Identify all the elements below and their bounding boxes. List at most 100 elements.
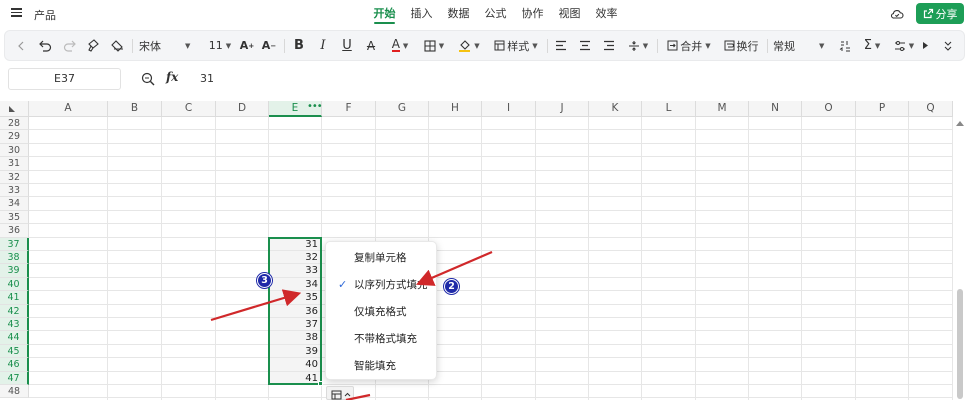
tab-home[interactable]: 开始 (366, 0, 403, 28)
row-header-28[interactable]: 28 (0, 117, 29, 131)
format-painter-icon[interactable] (85, 31, 101, 60)
borders-icon[interactable]: ▼ (421, 31, 447, 60)
fill-color-icon[interactable]: ▼ (455, 31, 483, 60)
row-header-42[interactable]: 42 (0, 304, 29, 318)
autofill-options-button[interactable] (326, 386, 354, 400)
cell-e45[interactable]: 39 (268, 345, 318, 358)
menu-item-fill-formatting-only[interactable]: 仅填充格式 (326, 301, 438, 323)
back-icon[interactable] (15, 31, 27, 60)
scrollbar-thumb[interactable] (957, 289, 963, 399)
undo-icon[interactable] (37, 31, 53, 60)
column-header-i[interactable]: I (482, 101, 536, 117)
tab-data[interactable]: 数据 (440, 0, 477, 28)
hamburger-menu-icon[interactable] (11, 7, 22, 21)
row-header-36[interactable]: 36 (0, 224, 29, 238)
number-format-select[interactable]: 常规 ▼ (773, 31, 835, 60)
column-header-f[interactable]: F (322, 101, 376, 117)
fill-handle[interactable] (318, 381, 323, 386)
select-all-corner[interactable] (0, 101, 29, 117)
document-title[interactable]: 产品 (34, 7, 56, 23)
cell-e43[interactable]: 37 (268, 318, 318, 331)
redo-icon[interactable] (61, 31, 77, 60)
row-header-34[interactable]: 34 (0, 197, 29, 211)
search-formula-icon[interactable] (141, 72, 155, 86)
tab-insert[interactable]: 插入 (403, 0, 440, 28)
cell-e37[interactable]: 31 (268, 238, 318, 251)
tab-collaborate[interactable]: 协作 (514, 0, 551, 28)
row-header-43[interactable]: 43 (0, 318, 29, 332)
row-header-45[interactable]: 45 (0, 344, 29, 359)
tab-efficiency[interactable]: 效率 (588, 0, 625, 28)
row-header-39[interactable]: 39 (0, 264, 29, 278)
cell-e39[interactable]: 33 (268, 264, 318, 277)
fx-icon[interactable]: fx (166, 70, 178, 84)
row-header-30[interactable]: 30 (0, 143, 29, 158)
cell-e44[interactable]: 38 (268, 331, 318, 344)
row-header-32[interactable]: 32 (0, 170, 29, 184)
expand-icon[interactable] (919, 31, 931, 60)
row-header-48[interactable]: 48 (0, 385, 29, 399)
more-icon[interactable]: ▼ (891, 31, 917, 60)
align-left-icon[interactable] (553, 31, 569, 60)
cell-e47[interactable]: 41 (268, 372, 318, 385)
italic-icon[interactable]: I (315, 31, 331, 60)
column-header-b[interactable]: B (108, 101, 162, 117)
column-header-n[interactable]: N (749, 101, 802, 117)
column-header-k[interactable]: K (589, 101, 642, 117)
scroll-up-icon[interactable] (956, 121, 964, 126)
align-center-icon[interactable] (577, 31, 593, 60)
row-header-31[interactable]: 31 (0, 157, 29, 171)
column-header-p[interactable]: P (856, 101, 909, 117)
menu-item-fill-without-formatting[interactable]: 不带格式填充 (326, 328, 438, 350)
row-header-35[interactable]: 35 (0, 210, 29, 225)
formula-input[interactable]: 31 (200, 72, 214, 85)
tab-view[interactable]: 视图 (551, 0, 588, 28)
merge-button[interactable]: 合并 ▼ (663, 31, 715, 60)
styles-button[interactable]: 样式 ▼ (491, 31, 541, 60)
decrease-font-icon[interactable]: A − (261, 31, 277, 60)
bold-icon[interactable]: B (291, 31, 307, 60)
decimal-icon[interactable] (837, 31, 853, 60)
sum-icon[interactable]: Σ ▼ (859, 31, 885, 60)
tab-formula[interactable]: 公式 (477, 0, 514, 28)
increase-font-icon[interactable]: A + (239, 31, 255, 60)
share-button[interactable]: 分享 (916, 3, 964, 24)
cloud-sync-icon[interactable] (890, 7, 904, 21)
vertical-align-icon[interactable]: ▼ (625, 31, 651, 60)
column-header-o[interactable]: O (802, 101, 856, 117)
font-name-select[interactable]: 宋体 ▼ (139, 31, 199, 60)
column-header-d[interactable]: D (216, 101, 269, 117)
row-header-29[interactable]: 29 (0, 130, 29, 144)
column-menu-icon[interactable]: ••• (307, 101, 323, 112)
align-right-icon[interactable] (601, 31, 617, 60)
column-header-a[interactable]: A (29, 101, 108, 117)
underline-icon[interactable]: U (339, 31, 355, 60)
cell-e38[interactable]: 32 (268, 251, 318, 264)
menu-item-fill-series[interactable]: ✓ 以序列方式填充 (326, 274, 438, 296)
column-header-c[interactable]: C (162, 101, 216, 117)
row-header-38[interactable]: 38 (0, 251, 29, 265)
column-header-m[interactable]: M (696, 101, 749, 117)
wrap-text-button[interactable]: 换行 (721, 31, 761, 60)
vertical-scrollbar[interactable] (953, 117, 969, 400)
row-header-46[interactable]: 46 (0, 358, 29, 372)
menu-item-copy-cells[interactable]: 复制单元格 (326, 247, 438, 269)
cell-e42[interactable]: 36 (268, 305, 318, 318)
column-header-g[interactable]: G (376, 101, 429, 117)
cell-e41[interactable]: 35 (268, 291, 318, 304)
column-header-h[interactable]: H (429, 101, 482, 117)
row-header-40[interactable]: 40 (0, 277, 29, 292)
row-header-37[interactable]: 37 (0, 237, 29, 251)
font-size-select[interactable]: 11 ▼ (207, 31, 233, 60)
clear-format-icon[interactable] (109, 31, 125, 60)
menu-item-flash-fill[interactable]: 智能填充 (326, 355, 438, 377)
name-box[interactable]: E37 (8, 68, 121, 90)
row-header-41[interactable]: 41 (0, 291, 29, 305)
column-header-l[interactable]: L (642, 101, 696, 117)
collapse-toolbar-icon[interactable] (937, 31, 959, 60)
row-header-47[interactable]: 47 (0, 371, 29, 385)
column-header-q[interactable]: Q (909, 101, 953, 117)
column-header-j[interactable]: J (536, 101, 589, 117)
strikethrough-icon[interactable]: A (363, 31, 379, 60)
row-header-44[interactable]: 44 (0, 331, 29, 345)
